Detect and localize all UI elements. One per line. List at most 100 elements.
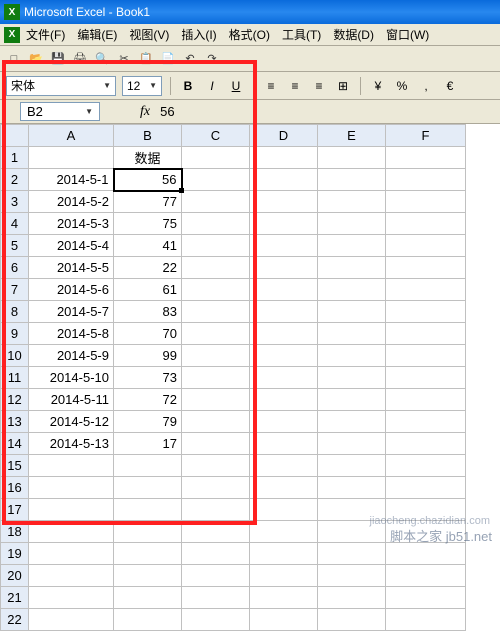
cell[interactable]	[318, 367, 386, 389]
underline-button[interactable]: U	[227, 77, 245, 95]
row-header[interactable]: 16	[1, 477, 29, 499]
menu-insert[interactable]: 插入(I)	[181, 26, 216, 43]
row-header[interactable]: 6	[1, 257, 29, 279]
merge-icon[interactable]: ⊞	[334, 77, 352, 95]
copy-icon[interactable]: 📋	[136, 49, 156, 69]
col-header-c[interactable]: C	[182, 125, 250, 147]
cell[interactable]	[318, 301, 386, 323]
cell[interactable]	[386, 609, 466, 631]
cell[interactable]	[386, 323, 466, 345]
cell[interactable]	[114, 499, 182, 521]
name-box[interactable]: B2 ▼	[20, 102, 100, 121]
cell[interactable]	[386, 235, 466, 257]
cell[interactable]	[182, 411, 250, 433]
cell[interactable]	[250, 389, 318, 411]
cell[interactable]	[386, 389, 466, 411]
cell[interactable]: 75	[114, 213, 182, 235]
preview-icon[interactable]: 🔍	[92, 49, 112, 69]
cell[interactable]: 2014-5-10	[29, 367, 114, 389]
cell[interactable]: 2014-5-12	[29, 411, 114, 433]
cell[interactable]	[250, 609, 318, 631]
col-header-a[interactable]: A	[29, 125, 114, 147]
cell[interactable]	[29, 543, 114, 565]
cell[interactable]: 2014-5-3	[29, 213, 114, 235]
cell[interactable]	[182, 565, 250, 587]
cell[interactable]: 22	[114, 257, 182, 279]
paste-icon[interactable]: 📄	[158, 49, 178, 69]
euro-icon[interactable]: €	[441, 77, 459, 95]
align-left-icon[interactable]: ≡	[262, 77, 280, 95]
cell[interactable]: 83	[114, 301, 182, 323]
menu-data[interactable]: 数据(D)	[333, 26, 374, 43]
select-all-corner[interactable]	[1, 125, 29, 147]
cell[interactable]	[386, 543, 466, 565]
cell[interactable]: 2014-5-13	[29, 433, 114, 455]
cell[interactable]	[250, 235, 318, 257]
formula-value[interactable]: 56	[160, 104, 174, 119]
menu-window[interactable]: 窗口(W)	[386, 26, 429, 43]
comma-icon[interactable]: ,	[417, 77, 435, 95]
font-selector[interactable]: 宋体 ▼	[6, 76, 116, 96]
cell[interactable]	[182, 323, 250, 345]
row-header[interactable]: 1	[1, 147, 29, 169]
col-header-e[interactable]: E	[318, 125, 386, 147]
undo-icon[interactable]: ↶	[180, 49, 200, 69]
cell[interactable]	[250, 411, 318, 433]
cell[interactable]: 73	[114, 367, 182, 389]
row-header[interactable]: 14	[1, 433, 29, 455]
cell[interactable]	[318, 213, 386, 235]
col-header-d[interactable]: D	[250, 125, 318, 147]
cell[interactable]	[29, 587, 114, 609]
align-center-icon[interactable]: ≡	[286, 77, 304, 95]
row-header[interactable]: 18	[1, 521, 29, 543]
cell[interactable]	[318, 257, 386, 279]
row-header[interactable]: 15	[1, 455, 29, 477]
cell[interactable]	[250, 323, 318, 345]
cell[interactable]: 70	[114, 323, 182, 345]
cell[interactable]	[386, 477, 466, 499]
cell[interactable]	[182, 147, 250, 169]
new-icon[interactable]: □	[4, 49, 24, 69]
row-header[interactable]: 10	[1, 345, 29, 367]
cell[interactable]	[182, 609, 250, 631]
cell[interactable]	[114, 609, 182, 631]
cell[interactable]	[318, 191, 386, 213]
cell[interactable]: 2014-5-8	[29, 323, 114, 345]
cell[interactable]	[250, 257, 318, 279]
row-header[interactable]: 19	[1, 543, 29, 565]
cell[interactable]	[250, 587, 318, 609]
cell[interactable]	[250, 191, 318, 213]
cell[interactable]	[386, 257, 466, 279]
row-header[interactable]: 7	[1, 279, 29, 301]
cell[interactable]	[250, 279, 318, 301]
cell[interactable]	[250, 433, 318, 455]
cell[interactable]	[318, 235, 386, 257]
cell[interactable]: 17	[114, 433, 182, 455]
cell[interactable]	[250, 147, 318, 169]
cell[interactable]	[29, 455, 114, 477]
cell[interactable]: 2014-5-1	[29, 169, 114, 191]
cell[interactable]	[250, 455, 318, 477]
cell[interactable]	[250, 213, 318, 235]
cell[interactable]	[318, 477, 386, 499]
cell[interactable]	[386, 411, 466, 433]
cell[interactable]	[250, 367, 318, 389]
cell[interactable]: 72	[114, 389, 182, 411]
bold-button[interactable]: B	[179, 77, 197, 95]
cell[interactable]	[386, 455, 466, 477]
cell[interactable]	[250, 521, 318, 543]
row-header[interactable]: 8	[1, 301, 29, 323]
cell[interactable]: 2014-5-11	[29, 389, 114, 411]
save-icon[interactable]: 💾	[48, 49, 68, 69]
cell[interactable]	[182, 345, 250, 367]
cell[interactable]	[29, 147, 114, 169]
cell[interactable]	[318, 543, 386, 565]
row-header[interactable]: 17	[1, 499, 29, 521]
fx-icon[interactable]: fx	[140, 104, 150, 120]
row-header[interactable]: 20	[1, 565, 29, 587]
cell[interactable]: 2014-5-7	[29, 301, 114, 323]
cell[interactable]: 99	[114, 345, 182, 367]
cell[interactable]	[114, 521, 182, 543]
cell[interactable]	[386, 521, 466, 543]
cell[interactable]	[318, 521, 386, 543]
